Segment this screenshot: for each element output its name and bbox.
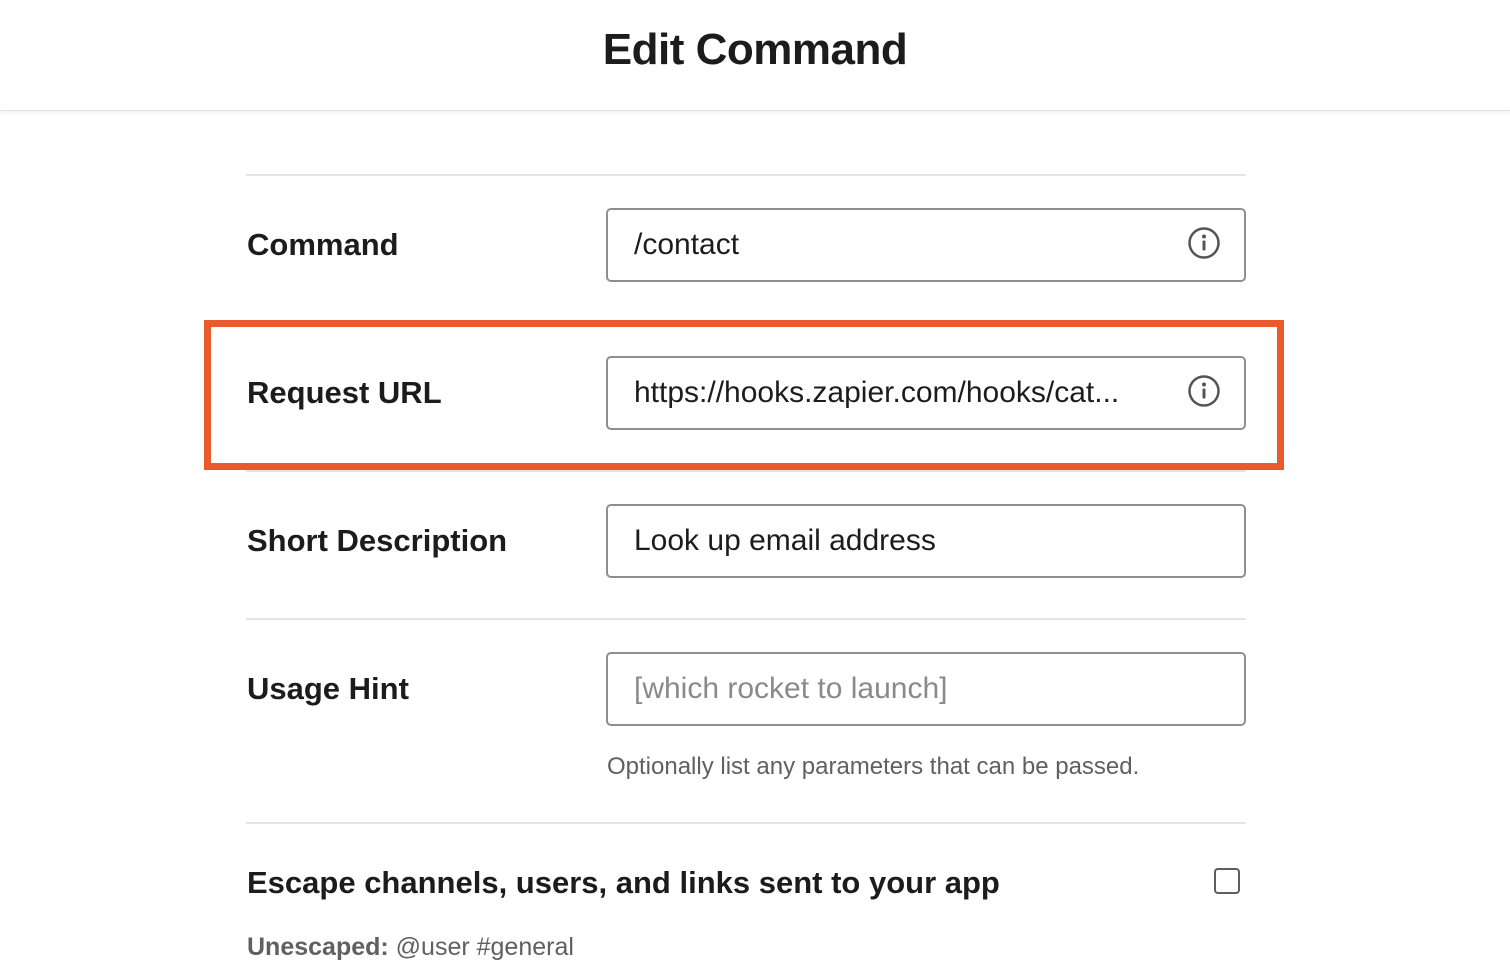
usage-hint-label: Usage Hint	[247, 671, 409, 706]
divider	[246, 174, 1246, 176]
short-description-label: Short Description	[247, 523, 508, 558]
info-icon[interactable]	[1188, 375, 1220, 407]
usage-hint-help-text: Optionally list any parameters that can …	[607, 753, 1140, 780]
escape-checkbox[interactable]	[1214, 868, 1240, 894]
edit-command-page: Edit Command Command Request URL Short D…	[0, 0, 1510, 974]
unescaped-example: Unescaped: @user #general	[247, 932, 574, 962]
divider	[246, 322, 1246, 324]
command-label: Command	[247, 227, 399, 262]
short-description-field[interactable]	[606, 504, 1246, 578]
short-description-input[interactable]	[634, 524, 1224, 558]
escape-label: Escape channels, users, and links sent t…	[247, 865, 1000, 900]
usage-hint-input[interactable]	[634, 672, 1224, 706]
divider	[246, 822, 1246, 824]
request-url-label: Request URL	[247, 375, 442, 410]
page-header: Edit Command	[0, 0, 1510, 111]
page-title: Edit Command	[602, 25, 908, 74]
command-input[interactable]	[634, 228, 1154, 262]
unescaped-value: @user #general	[395, 933, 574, 961]
request-url-field[interactable]	[606, 356, 1246, 430]
command-field[interactable]	[606, 208, 1246, 282]
unescaped-label: Unescaped:	[247, 933, 389, 961]
divider	[246, 470, 1246, 472]
info-icon[interactable]	[1188, 227, 1220, 259]
divider	[246, 618, 1246, 620]
usage-hint-field[interactable]	[606, 652, 1246, 726]
request-url-input[interactable]	[634, 376, 1154, 410]
